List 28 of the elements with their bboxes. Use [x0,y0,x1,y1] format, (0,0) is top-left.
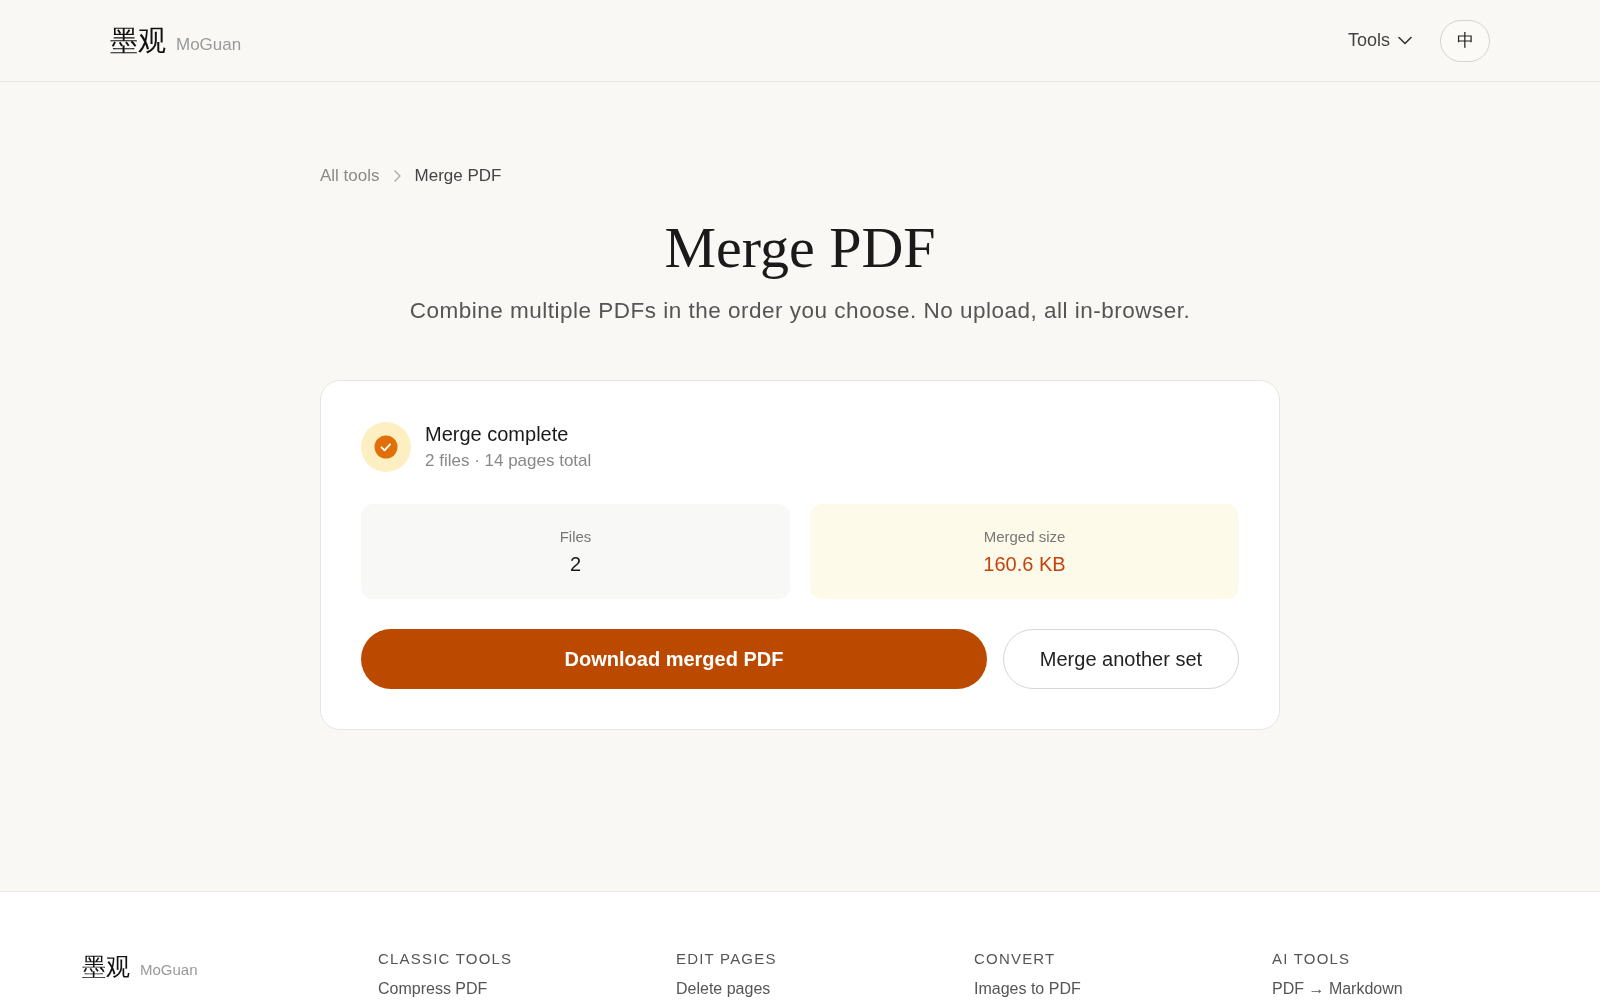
status-title: Merge complete [425,422,569,446]
footer-link[interactable]: Compress PDF [378,979,488,999]
footer-link[interactable]: PDF → Markdown [1272,979,1403,999]
tools-menu-button[interactable]: Tools [1345,26,1414,55]
stat-label: Merged size [983,527,1066,545]
stat-label: Files [559,527,592,545]
footer-heading: CLASSIC TOOLS [378,949,513,969]
download-button[interactable]: Download merged PDF [361,629,987,689]
stat-value: 160.6 KB [983,552,1066,576]
restart-button[interactable]: Merge another set [1003,629,1239,689]
footer-heading: CONVERT [974,949,1056,969]
check-icon [361,422,411,472]
footer-link[interactable]: Images to PDF [974,979,1081,999]
chevron-down-icon [1398,36,1412,45]
page-title: Merge PDF [664,214,936,282]
footer-link[interactable]: Delete pages [676,979,771,999]
logo-name: MoGuan [140,961,198,978]
logo-mark[interactable]: 墨观 [110,21,166,60]
footer-heading: AI TOOLS [1272,949,1351,969]
footer-heading: EDIT PAGES [676,949,777,969]
chevron-right-icon [393,170,401,182]
logo-name: MoGuan [176,34,242,55]
language-button[interactable]: 中 [1440,19,1490,62]
logo-mark[interactable]: 墨观 [82,951,130,983]
page-subtitle: Combine multiple PDFs in the order you choose. No upload, all in-browser. [409,297,1191,325]
status-detail: 2 files · 14 pages total [425,450,592,472]
current-page-label: Merge PDF [414,165,502,187]
stat-value: 2 [569,552,582,576]
